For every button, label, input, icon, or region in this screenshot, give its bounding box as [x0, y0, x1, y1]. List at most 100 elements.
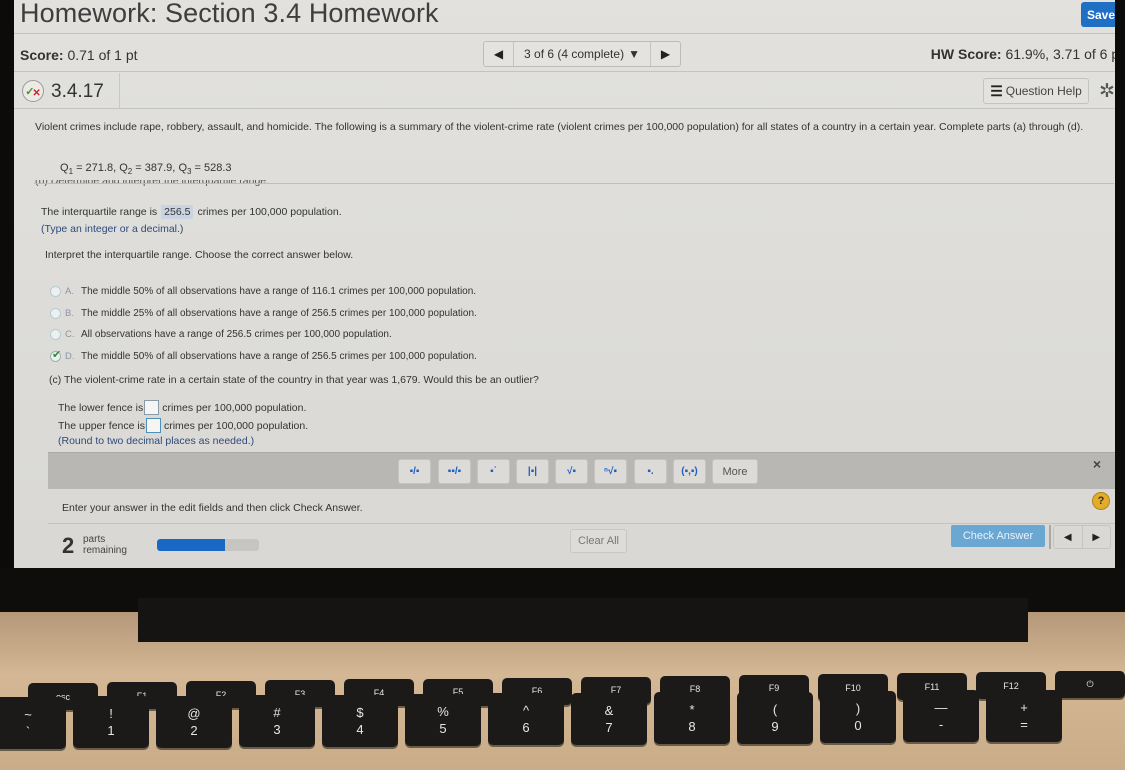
key-shift-symbol: * — [689, 702, 695, 718]
list-icon: ☰ — [990, 82, 1003, 99]
score-value: 0.71 of 1 pt — [67, 47, 138, 63]
iqr-answer-field[interactable]: 256.5 — [161, 205, 194, 219]
question-id-box: ✓ ✕ 3.4.17 — [14, 73, 120, 109]
key-3: #3 — [239, 695, 315, 748]
q2-label: Q — [119, 162, 128, 174]
score-bar: Score: 0.71 of 1 pt ◀ 3 of 6 (4 complete… — [14, 36, 1123, 72]
option-text: The middle 50% of all observations have … — [81, 286, 477, 298]
key-shift-symbol: & — [604, 702, 614, 718]
key-symbol: 9 — [771, 718, 779, 734]
key-symbol: 5 — [439, 721, 447, 736]
question-bar: ✓ ✕ 3.4.17 ☰ Question Help ✲ — [14, 73, 1115, 109]
option-b[interactable]: B. The middle 25% of all observations hav… — [50, 303, 477, 325]
triangle-left-icon: ◀ — [493, 47, 504, 61]
page-title: Homework: Section 3.4 Homework — [20, 0, 439, 28]
lower-fence-input[interactable] — [144, 400, 160, 415]
ordered-pair-button[interactable]: (▪,▪) — [673, 459, 706, 484]
option-letter: D. — [65, 350, 75, 362]
key-shift-symbol: ) — [855, 701, 861, 716]
lower-fence-prefix: The lower fence is — [58, 401, 144, 414]
title-bar: Homework: Section 3.4 Homework Save — [14, 0, 1119, 34]
previous-question-button[interactable]: ◀ — [484, 42, 514, 66]
key-shift-symbol: # — [273, 705, 281, 721]
radio-d-checkmark-icon[interactable] — [50, 348, 61, 362]
triangle-right-icon: ▶ — [660, 47, 671, 61]
quartile-summary: Q1 = 271.8, Q2 = 387.9, Q3 = 528.3 — [60, 162, 232, 176]
key-9: (9 — [737, 691, 813, 744]
homework-page: Homework: Section 3.4 Homework Save Scor… — [14, 0, 1123, 568]
key-symbol: 3 — [273, 722, 281, 738]
scroll-divider — [34, 183, 1114, 184]
hw-score-label: HW Score: — [930, 46, 1002, 62]
upper-fence-line: The upper fence is crimes per 100,000 po… — [58, 418, 308, 433]
nth-root-button[interactable]: ⁿ√▪ — [594, 459, 627, 484]
hw-score-value: 61.9%, 3.71 of 6 pt — [1005, 46, 1123, 62]
key-shift-symbol: @ — [187, 705, 201, 721]
key-shift-symbol: ( — [772, 701, 778, 717]
key-symbol: 7 — [605, 719, 613, 735]
question-selector-dropdown[interactable]: 3 of 6 (4 complete) ▼ — [514, 42, 650, 66]
math-toolbar: ▪/▪ ▪▪/▪ ▪˙ |▪| √▪ ⁿ√▪ ▪. (▪,▪) More × — [48, 452, 1115, 489]
instruction-bar: Enter your answer in the edit fields and… — [48, 490, 1115, 524]
q3-value: = 528.3 — [194, 162, 232, 174]
save-button[interactable]: Save — [1081, 2, 1119, 27]
upper-fence-input[interactable] — [145, 418, 161, 433]
iqr-suffix: crimes per 100,000 population. — [197, 206, 342, 218]
upper-fence-prefix: The upper fence is — [58, 419, 145, 432]
square-root-button[interactable]: √▪ — [555, 459, 588, 484]
option-text: The middle 50% of all observations have … — [81, 350, 477, 362]
question-pager: ◀ 3 of 6 (4 complete) ▼ ▶ — [483, 41, 681, 67]
next-part-button[interactable]: ▶ — [1083, 526, 1111, 548]
question-help-button[interactable]: ☰ Question Help — [983, 78, 1089, 104]
progress-fill — [157, 539, 226, 551]
screen-bezel-left — [0, 0, 14, 575]
close-icon[interactable]: × — [1093, 456, 1101, 472]
radio-c[interactable] — [50, 329, 61, 341]
key-2: @2 — [156, 695, 232, 748]
clear-all-button[interactable]: Clear All — [570, 529, 627, 553]
more-button[interactable]: More — [712, 459, 758, 484]
key-6: ^ 6 — [488, 693, 564, 746]
absolute-value-button[interactable]: |▪| — [516, 459, 549, 484]
upper-fence-suffix: crimes per 100,000 population. — [163, 419, 309, 432]
key-0: ) 0 — [820, 691, 896, 743]
radio-a[interactable] — [50, 286, 61, 298]
option-text: All observations have a range of 256.5 c… — [81, 329, 392, 341]
subscript-button[interactable]: ▪. — [634, 459, 667, 484]
radio-b[interactable] — [50, 307, 61, 319]
help-icon[interactable]: ? — [1092, 492, 1110, 510]
key-shift-symbol: + — [1020, 699, 1028, 715]
key-1: ! 1 — [73, 696, 149, 749]
question-help-label: Question Help — [1005, 84, 1082, 98]
part-navigation: ◀ ▶ — [1053, 525, 1111, 549]
previous-part-button[interactable]: ◀ — [1054, 526, 1083, 548]
key-symbol: = — [1020, 716, 1028, 732]
answer-options: A. The middle 50% of all observations hav… — [50, 281, 477, 367]
question-intro: Violent crimes include rape, robbery, as… — [35, 121, 1084, 133]
partial-credit-icon: ✓ ✕ — [22, 80, 44, 102]
option-text: The middle 25% of all observations have … — [81, 307, 477, 319]
key-shift-symbol: ^ — [522, 703, 530, 719]
gear-icon[interactable]: ✲ — [1099, 80, 1115, 103]
exponent-button[interactable]: ▪˙ — [477, 459, 510, 484]
key-symbol: ` — [25, 724, 31, 739]
key-shift-symbol: % — [437, 704, 449, 719]
key-symbol: 8 — [688, 719, 696, 735]
key-`: ~ ` — [0, 697, 66, 749]
key-=: + = — [986, 689, 1062, 742]
q2-sub: 2 — [127, 167, 133, 177]
next-question-button[interactable]: ▶ — [650, 42, 680, 66]
check-answer-button[interactable]: Check Answer — [951, 525, 1045, 547]
divider — [1049, 525, 1051, 549]
mixed-number-button[interactable]: ▪▪/▪ — [438, 459, 471, 484]
score-label: Score: — [20, 47, 64, 63]
lower-fence-suffix: crimes per 100,000 population. — [162, 401, 307, 414]
round-hint: (Round to two decimal places as needed.) — [58, 435, 255, 447]
iqr-prefix: The interquartile range is — [41, 206, 158, 218]
option-d[interactable]: D. The middle 50% of all observations hav… — [50, 346, 477, 368]
key-4: $4 — [322, 694, 398, 747]
option-c[interactable]: C. All observations have a range of 256.5… — [50, 324, 477, 346]
fraction-button[interactable]: ▪/▪ — [398, 459, 431, 484]
option-a[interactable]: A. The middle 50% of all observations hav… — [50, 281, 477, 303]
q1-sub: 1 — [68, 167, 74, 177]
